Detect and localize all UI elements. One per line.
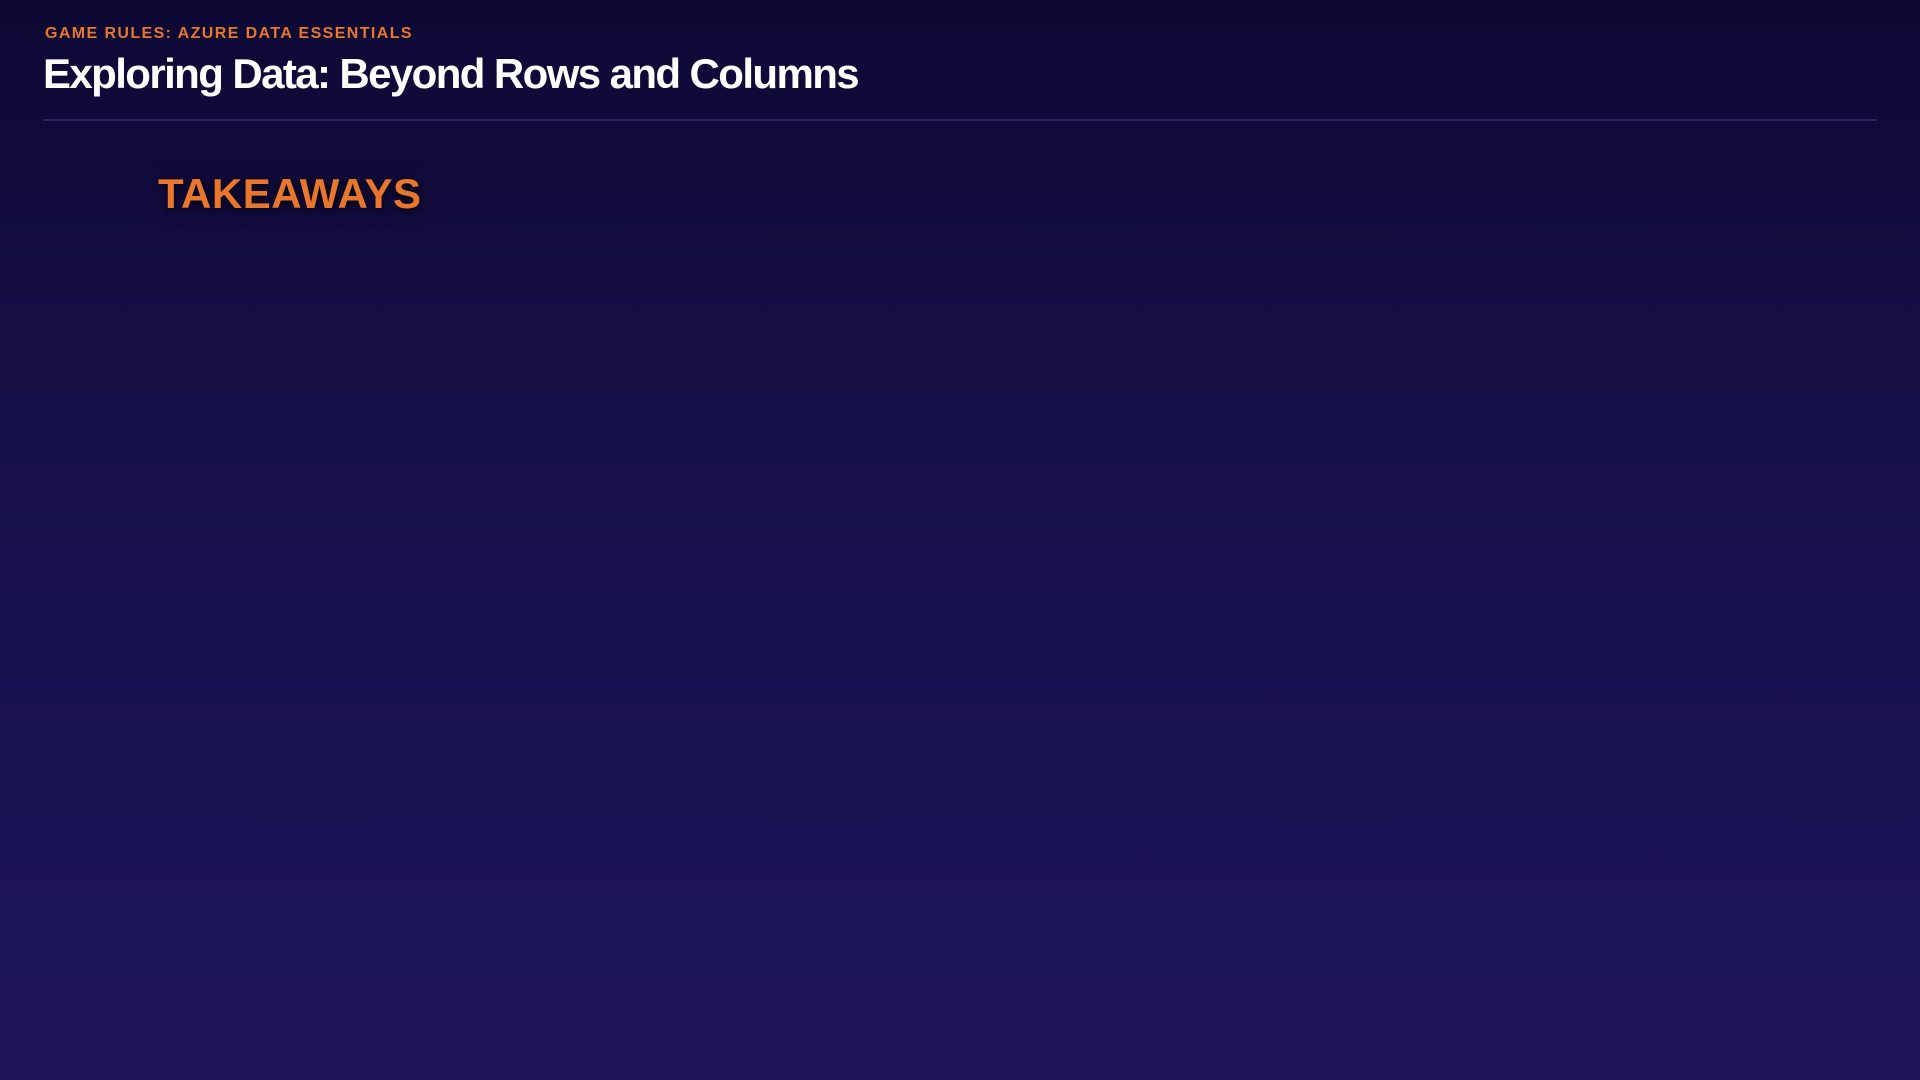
takeaways-heading: TAKEAWAYS xyxy=(158,170,422,217)
slide-title: Exploring Data: Beyond Rows and Columns xyxy=(43,50,860,97)
slide-kicker: GAME RULES: AZURE DATA ESSENTIALS xyxy=(45,25,413,42)
header-divider xyxy=(43,119,1877,121)
